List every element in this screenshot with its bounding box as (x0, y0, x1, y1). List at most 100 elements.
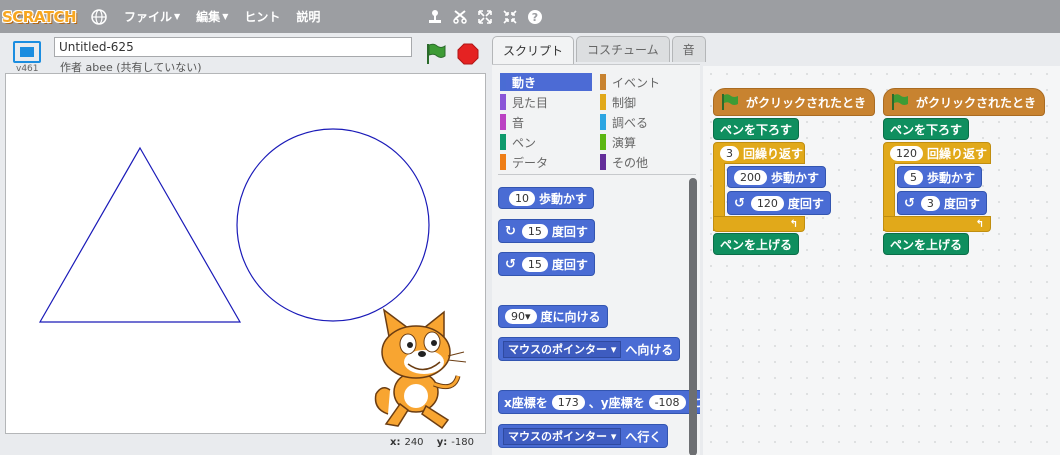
script2-turn-left[interactable]: ↺ 3 度回す (897, 191, 987, 215)
script1-turn-left[interactable]: ↺ 120 度回す (727, 191, 831, 215)
turn-right-input[interactable]: 15 (521, 223, 548, 239)
grow-icon[interactable] (476, 8, 494, 26)
category-sound[interactable]: 音 (500, 113, 592, 131)
category-sensing-label: 調べる (612, 115, 649, 130)
script2-repeat[interactable]: 120 回繰り返す (883, 142, 991, 164)
turn-left-input[interactable]: 15 (521, 256, 548, 272)
script2-when-flag-clicked[interactable]: がクリックされたとき (883, 88, 1045, 116)
scratch-editor: SCRATCH ファイル ▼ 編集 ▼ ヒント 説明 ? v461 Untitl… (0, 0, 1060, 455)
turn-right-label: 度回す (551, 224, 588, 239)
x-coord-label: x: (390, 437, 401, 448)
loop-arrow-icon: ↰ (975, 218, 984, 230)
category-operators[interactable]: 演算 (600, 133, 692, 151)
rotate-left-icon: ↺ (734, 195, 745, 211)
file-menu[interactable]: ファイル ▼ (124, 8, 180, 25)
scratch-logo[interactable]: SCRATCH (2, 5, 77, 29)
stage-canvas[interactable] (5, 73, 486, 434)
project-title-input[interactable] (54, 37, 412, 57)
file-menu-label: ファイル (124, 10, 173, 24)
tab-costumes[interactable]: コスチューム (576, 36, 670, 62)
turn-left-block[interactable]: ↺ 15 度回す (498, 252, 595, 276)
category-motion[interactable]: 動き (500, 73, 592, 91)
svg-text:?: ? (532, 11, 538, 24)
category-more[interactable]: その他 (600, 153, 692, 171)
hint-menu[interactable]: ヒント (244, 8, 280, 25)
more-swatch (600, 154, 606, 170)
script1-move[interactable]: 200 歩動かす (727, 166, 827, 188)
script2-repeat-count[interactable]: 120 (890, 145, 923, 161)
script1-repeat[interactable]: 3 回繰り返す (713, 142, 805, 164)
goto-y-input[interactable]: -108 (648, 394, 686, 410)
green-flag-icon (722, 94, 738, 110)
goto-target-value: マウスのポインター (508, 430, 607, 443)
script2-move-steps[interactable]: 5 (904, 169, 923, 185)
data-swatch (500, 154, 506, 170)
point-towards-block[interactable]: マウスのポインター ▾ へ向ける (498, 337, 681, 361)
category-control[interactable]: 制御 (600, 93, 692, 111)
category-sound-label: 音 (512, 115, 525, 130)
edit-menu-label: 編集 (196, 10, 221, 24)
move-steps-block[interactable]: 10 歩動かす (498, 187, 595, 209)
category-sensing[interactable]: 調べる (600, 113, 692, 131)
mouse-coordinates: x: 240 y: -180 (390, 437, 484, 448)
edit-menu[interactable]: 編集 ▼ (196, 8, 228, 25)
stop-button[interactable] (457, 43, 479, 65)
about-menu[interactable]: 説明 (296, 8, 320, 25)
events-swatch (600, 74, 606, 90)
y-coord-label: y: (436, 437, 448, 448)
rotate-right-icon: ↻ (505, 223, 516, 239)
script1-pen-down[interactable]: ペンを下ろす (713, 118, 800, 140)
script1-turn-deg[interactable]: 120 (750, 195, 784, 211)
move-steps-input[interactable]: 10 (509, 190, 535, 206)
script1-repeat-count[interactable]: 3 (720, 145, 739, 161)
category-pen[interactable]: ペン (500, 133, 592, 151)
green-flag-button[interactable] (424, 42, 448, 66)
category-motion-label: 動き (512, 75, 537, 90)
script2-repeat-label: 回繰り返す (927, 146, 988, 161)
globe-icon[interactable] (90, 8, 108, 26)
palette-scrollbar[interactable] (689, 178, 697, 455)
script2-pen-down[interactable]: ペンを下ろす (883, 118, 970, 140)
motion-swatch (500, 74, 506, 90)
help-icon[interactable]: ? (526, 8, 544, 26)
script2-repeat-end: ↰ (883, 216, 991, 232)
goto-target-dropdown[interactable]: マウスのポインター ▾ (503, 427, 622, 445)
presentation-mode-button[interactable] (13, 41, 41, 63)
script2-move[interactable]: 5 歩動かす (897, 166, 983, 188)
direction-dropdown[interactable]: 90 ▾ (505, 309, 537, 324)
direction-value: 90 (511, 310, 525, 323)
y-coord-value: -180 (451, 437, 474, 448)
cut-icon[interactable] (451, 8, 469, 26)
stamp-icon[interactable] (426, 8, 444, 26)
script1-repeat-label: 回繰り返す (743, 146, 804, 161)
script1-pen-up[interactable]: ペンを上げる (713, 233, 800, 255)
tab-sounds[interactable]: 音 (671, 36, 706, 62)
script1-hat-label: がクリックされたとき (746, 95, 867, 110)
scratch-cat-sprite[interactable] (374, 308, 467, 430)
point-towards-dropdown[interactable]: マウスのポインター ▾ (503, 340, 622, 358)
goto-xy-block[interactable]: x座標を173、y座標を-108に (498, 390, 700, 414)
shrink-icon[interactable] (501, 8, 519, 26)
control-swatch (600, 94, 606, 110)
scripts-area[interactable]: がクリックされたとき ペンを下ろす 3 回繰り返す ↰ 200 歩動かす ↺ 120 度… (703, 66, 1060, 455)
rotate-left-icon: ↺ (505, 256, 516, 272)
category-events[interactable]: イベント (600, 73, 692, 91)
category-data[interactable]: データ (500, 153, 592, 171)
goto-x-input[interactable]: 173 (551, 394, 585, 410)
operators-swatch (600, 134, 606, 150)
script2-pen-up[interactable]: ペンを上げる (883, 233, 970, 255)
script1-repeat-end: ↰ (713, 216, 805, 232)
category-more-label: その他 (612, 155, 649, 170)
pen-swatch (500, 134, 506, 150)
rotate-left-icon: ↺ (904, 195, 915, 211)
category-looks[interactable]: 見た目 (500, 93, 592, 111)
point-direction-block[interactable]: 90 ▾ 度に向ける (498, 305, 608, 328)
sensing-swatch (600, 114, 606, 130)
turn-right-block[interactable]: ↻ 15 度回す (498, 219, 595, 243)
goto-x-label: x座標を (504, 395, 548, 410)
goto-target-block[interactable]: マウスのポインター ▾ へ行く (498, 424, 669, 448)
script1-when-flag-clicked[interactable]: がクリックされたとき (713, 88, 875, 116)
script1-move-steps[interactable]: 200 (734, 169, 767, 185)
tab-scripts[interactable]: スクリプト (492, 36, 575, 64)
script2-turn-deg[interactable]: 3 (920, 195, 940, 211)
